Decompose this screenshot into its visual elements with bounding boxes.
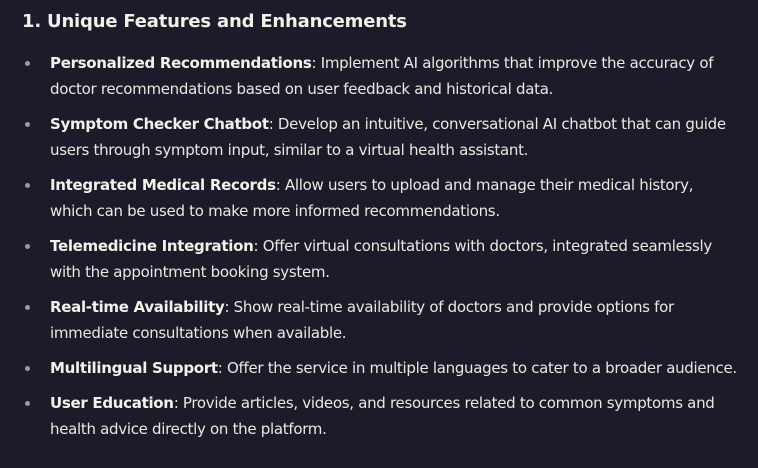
bullet-icon bbox=[25, 305, 30, 310]
feature-term: Symptom Checker Chatbot bbox=[50, 115, 269, 133]
list-item-real-time-availability: Real-time Availability: Show real-time a… bbox=[22, 294, 738, 346]
list-item-multilingual-support: Multilingual Support: Offer the service … bbox=[22, 355, 738, 381]
feature-description: : Offer the service in multiple language… bbox=[217, 359, 737, 377]
section-heading: 1. Unique Features and Enhancements bbox=[22, 11, 407, 32]
response-content: 1. Unique Features and Enhancements Pers… bbox=[0, 0, 758, 468]
bullet-icon bbox=[25, 183, 30, 188]
bullet-icon bbox=[25, 401, 30, 406]
feature-term: Telemedicine Integration bbox=[50, 237, 254, 255]
list-item-symptom-checker-chatbot: Symptom Checker Chatbot: Develop an intu… bbox=[22, 111, 738, 163]
list-item-user-education: User Education: Provide articles, videos… bbox=[22, 390, 738, 442]
bullet-icon bbox=[25, 366, 30, 371]
feature-term: Multilingual Support bbox=[50, 359, 218, 377]
feature-list: Personalized Recommendations: Implement … bbox=[22, 50, 738, 442]
feature-term: User Education bbox=[50, 394, 174, 412]
bullet-icon bbox=[25, 122, 30, 127]
bullet-icon bbox=[25, 61, 30, 66]
feature-term: Real-time Availability bbox=[50, 298, 225, 316]
feature-term: Personalized Recommendations bbox=[50, 54, 312, 72]
list-item-personalized-recommendations: Personalized Recommendations: Implement … bbox=[22, 50, 738, 102]
bullet-icon bbox=[25, 244, 30, 249]
list-item-telemedicine-integration: Telemedicine Integration: Offer virtual … bbox=[22, 233, 738, 285]
list-item-integrated-medical-records: Integrated Medical Records: Allow users … bbox=[22, 172, 738, 224]
feature-term: Integrated Medical Records bbox=[50, 176, 276, 194]
